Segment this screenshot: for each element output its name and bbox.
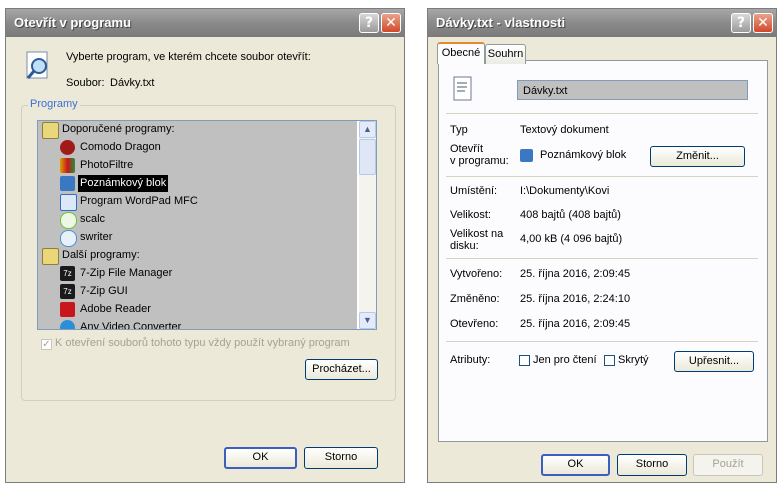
- separator: [446, 176, 758, 177]
- list-scrollbar[interactable]: ▲ ▼: [359, 121, 376, 329]
- separator: [446, 113, 758, 114]
- browse-button[interactable]: Procházet...: [305, 359, 378, 380]
- always-use-checkbox[interactable]: ✓: [41, 339, 52, 350]
- size-value: 408 bajtů (408 bajtů): [520, 209, 621, 221]
- tab-summary[interactable]: Souhrn: [485, 44, 526, 64]
- modified-label: Změněno:: [450, 293, 500, 305]
- close-button[interactable]: ✕: [381, 13, 401, 33]
- folder-icon: [42, 248, 59, 265]
- dialog-title: Otevřít v programu: [14, 15, 132, 30]
- disk-size-label-2: disku:: [450, 240, 479, 252]
- accessed-value: 25. října 2016, 2:09:45: [520, 318, 631, 330]
- location-value: I:\Dokumenty\Kovi: [520, 185, 610, 197]
- ok-button[interactable]: OK: [541, 454, 610, 476]
- disk-size-value: 4,00 kB (4 096 bajtů): [520, 233, 623, 245]
- adobe-reader-icon: [60, 302, 75, 317]
- tab-general[interactable]: Obecné: [437, 42, 485, 64]
- always-use-label: K otevření souborů tohoto typu vždy použ…: [55, 337, 350, 349]
- magnifier-document-icon: [26, 51, 48, 79]
- apply-button[interactable]: Použít: [693, 454, 763, 476]
- folder-icon: [42, 122, 59, 139]
- readonly-checkbox[interactable]: [519, 355, 530, 366]
- opens-with-label-2: v programu:: [450, 155, 509, 167]
- cancel-button[interactable]: Storno: [304, 447, 378, 469]
- change-button[interactable]: Změnit...: [650, 146, 745, 167]
- notepad-icon: [520, 149, 533, 162]
- disk-size-label-1: Velikost na: [450, 228, 504, 240]
- photofiltre-icon: [60, 158, 75, 173]
- general-tab-panel: [438, 60, 768, 442]
- program-list[interactable]: Doporučené programy: Comodo Dragon Photo…: [37, 120, 377, 330]
- attributes-label: Atributy:: [450, 354, 491, 366]
- file-name-field[interactable]: Dávky.txt: [517, 80, 748, 100]
- created-label: Vytvořeno:: [450, 268, 503, 280]
- scroll-up-button[interactable]: ▲: [359, 121, 376, 138]
- help-button[interactable]: ?: [731, 13, 751, 33]
- help-button[interactable]: ?: [359, 13, 379, 33]
- location-label: Umístění:: [450, 185, 498, 197]
- wordpad-icon: [60, 194, 77, 211]
- open-with-dialog: Otevřít v programu ? ✕ Vyberte program, …: [5, 8, 405, 483]
- file-label: Soubor:: [66, 77, 105, 89]
- type-label: Typ: [450, 124, 468, 136]
- swriter-icon: [60, 230, 77, 247]
- scroll-thumb[interactable]: [359, 139, 376, 175]
- instruction-text: Vyberte program, ve kterém chcete soubor…: [66, 51, 311, 63]
- file-name: Dávky.txt: [110, 77, 155, 89]
- video-converter-icon: [60, 320, 75, 329]
- created-value: 25. října 2016, 2:09:45: [520, 268, 631, 280]
- ok-button[interactable]: OK: [224, 447, 297, 469]
- programs-group-title: Programy: [28, 98, 80, 110]
- separator: [446, 341, 758, 342]
- notepad-icon: [60, 176, 75, 191]
- opens-with-label-1: Otevřít: [450, 143, 484, 155]
- dialog-title: Dávky.txt - vlastnosti: [436, 15, 566, 30]
- separator: [446, 258, 758, 259]
- title-bar[interactable]: Otevřít v programu ? ✕: [6, 9, 404, 37]
- close-button[interactable]: ✕: [753, 13, 773, 33]
- title-bar[interactable]: Dávky.txt - vlastnosti ? ✕: [428, 9, 776, 37]
- dragon-icon: [60, 140, 75, 155]
- advanced-button[interactable]: Upřesnit...: [674, 351, 754, 372]
- hidden-checkbox[interactable]: [604, 355, 615, 366]
- properties-dialog: Dávky.txt - vlastnosti ? ✕ Obecné Souhrn…: [427, 8, 777, 483]
- scalc-icon: [60, 212, 77, 229]
- modified-value: 25. října 2016, 2:24:10: [520, 293, 631, 305]
- type-value: Textový dokument: [520, 124, 609, 136]
- program-list-items: Doporučené programy: Comodo Dragon Photo…: [38, 121, 357, 329]
- opens-with-value: Poznámkový blok: [540, 149, 627, 161]
- text-file-icon: [453, 76, 472, 101]
- accessed-label: Otevřeno:: [450, 318, 499, 330]
- 7zip-icon: 7z: [60, 266, 75, 281]
- 7zip-gui-icon: 7z: [60, 284, 75, 299]
- scroll-down-button[interactable]: ▼: [359, 312, 376, 329]
- cancel-button[interactable]: Storno: [617, 454, 687, 476]
- hidden-label: Skrytý: [618, 354, 649, 366]
- size-label: Velikost:: [450, 209, 491, 221]
- readonly-label: Jen pro čtení: [533, 354, 597, 366]
